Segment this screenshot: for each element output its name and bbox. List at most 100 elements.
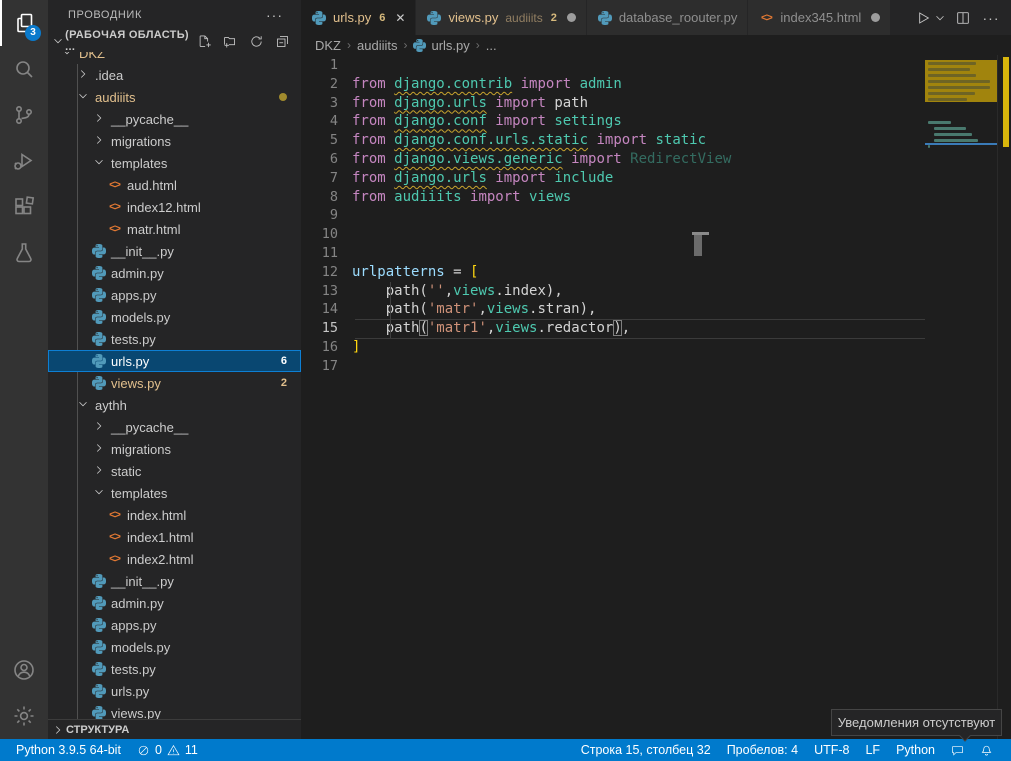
status-python-version[interactable]: Python 3.9.5 64-bit: [8, 739, 129, 761]
activity-search-icon[interactable]: [0, 46, 48, 92]
code-editor[interactable]: 12from django.contrib import admin3from …: [301, 55, 1011, 739]
activity-testing-icon[interactable]: [0, 230, 48, 276]
code-line-4[interactable]: 4from django.conf import settings: [301, 112, 925, 131]
tree-folder-audiiits[interactable]: audiiits: [48, 86, 301, 108]
status-encoding[interactable]: UTF-8: [806, 739, 857, 761]
tree-file-index.html[interactable]: <>index.html: [48, 504, 301, 526]
breadcrumb-item[interactable]: ...: [486, 38, 497, 53]
status-language[interactable]: Python: [888, 739, 943, 761]
scrollbar-handle[interactable]: [694, 235, 702, 256]
python-file-icon: [90, 573, 107, 590]
code-line-16[interactable]: 16]: [301, 338, 925, 357]
code-line-14[interactable]: 14 path('matr',views.stran),: [301, 300, 925, 319]
breadcrumb-item[interactable]: urls.py: [413, 38, 469, 53]
tree-file-init.py[interactable]: __init__.py: [48, 240, 301, 262]
tree-folder-pycache[interactable]: __pycache__: [48, 416, 301, 438]
breadcrumb-separator-icon: ›: [476, 38, 480, 52]
code-line-10[interactable]: 10: [301, 225, 925, 244]
tree-file-apps.py[interactable]: apps.py: [48, 284, 301, 306]
tree-file-apps.py[interactable]: apps.py: [48, 614, 301, 636]
tree-folder-templates[interactable]: templates: [48, 152, 301, 174]
code-line-9[interactable]: 9: [301, 206, 925, 225]
overview-ruler[interactable]: [997, 55, 1011, 739]
tree-file-admin.py[interactable]: admin.py: [48, 592, 301, 614]
tree-file-index2.html[interactable]: <>index2.html: [48, 548, 301, 570]
code-line-6[interactable]: 6from django.views.generic import Redire…: [301, 150, 925, 169]
tree-file-tests.py[interactable]: tests.py: [48, 658, 301, 680]
code-line-1[interactable]: 1: [301, 56, 925, 75]
tree-file-models.py[interactable]: models.py: [48, 636, 301, 658]
refresh-icon[interactable]: [247, 32, 265, 50]
code-line-8[interactable]: 8from audiiits import views: [301, 188, 925, 207]
tree-file-urls.py[interactable]: urls.py: [48, 680, 301, 702]
tree-folder-static[interactable]: static: [48, 460, 301, 482]
run-dropdown-icon[interactable]: [933, 6, 947, 30]
more-icon[interactable]: ···: [979, 6, 1003, 30]
tree-folder-dkz[interactable]: DKZ: [48, 52, 301, 64]
tab-databaseroouter.py[interactable]: database_roouter.py: [587, 0, 749, 35]
minimap-line: [928, 92, 975, 95]
split-editor-icon[interactable]: [951, 6, 975, 30]
close-icon[interactable]: ✕: [395, 11, 405, 25]
code-line-5[interactable]: 5from django.conf.urls.static import sta…: [301, 131, 925, 150]
code-line-7[interactable]: 7from django.urls import include: [301, 169, 925, 188]
tree-file-views.py[interactable]: views.py: [48, 702, 301, 719]
code-line-13[interactable]: 13 path('',views.index),: [301, 282, 925, 301]
status-eol[interactable]: LF: [857, 739, 888, 761]
tree-file-urls.py[interactable]: urls.py6: [48, 350, 301, 372]
breadcrumb-item[interactable]: audiiits: [357, 38, 397, 53]
tree-file-aud.html[interactable]: <>aud.html: [48, 174, 301, 196]
minimap[interactable]: [925, 55, 997, 215]
bell-icon[interactable]: [972, 739, 1001, 761]
breadcrumb-label: urls.py: [431, 38, 469, 53]
tree-folder-aythh[interactable]: aythh: [48, 394, 301, 416]
tree-file-index1.html[interactable]: <>index1.html: [48, 526, 301, 548]
tree-folder-pycache[interactable]: __pycache__: [48, 108, 301, 130]
tree-file-init.py[interactable]: __init__.py: [48, 570, 301, 592]
tree-item-label: views.py: [111, 706, 161, 720]
tree-file-models.py[interactable]: models.py: [48, 306, 301, 328]
status-indentation[interactable]: Пробелов: 4: [719, 739, 806, 761]
new-folder-icon[interactable]: [221, 32, 239, 50]
breadcrumb-item[interactable]: DKZ: [315, 38, 341, 53]
activity-run-debug-icon[interactable]: [0, 138, 48, 184]
tab-index345.html[interactable]: <>index345.html: [748, 0, 891, 35]
tree-file-views.py[interactable]: views.py2: [48, 372, 301, 394]
code-line-17[interactable]: 17: [301, 357, 925, 376]
python-file-icon: [92, 662, 106, 676]
tab-views.py[interactable]: views.pyaudiiits2: [416, 0, 586, 35]
editor-group: urls.py6✕views.pyaudiiits2database_roout…: [301, 0, 1011, 739]
python-file-icon: [427, 11, 441, 25]
indent-guide: [390, 282, 391, 301]
tree-file-admin.py[interactable]: admin.py: [48, 262, 301, 284]
workspace-section-header[interactable]: (РАБОЧАЯ ОБЛАСТЬ) ...: [48, 30, 301, 52]
outline-section-header[interactable]: СТРУКТУРА: [48, 719, 301, 739]
activity-explorer-icon[interactable]: 3: [0, 0, 48, 46]
activity-account-icon[interactable]: [0, 647, 48, 693]
python-file-icon: [90, 617, 107, 634]
code-line-12[interactable]: 12urlpatterns = [: [301, 263, 925, 282]
tree-folder-migrations[interactable]: migrations: [48, 130, 301, 152]
code-line-15[interactable]: 15 path('matr1',views.redactor),: [301, 319, 925, 338]
activity-extensions-icon[interactable]: [0, 184, 48, 230]
tree-folder-idea[interactable]: .idea: [48, 64, 301, 86]
status-problems[interactable]: 011: [129, 739, 206, 761]
activity-settings-icon[interactable]: [0, 693, 48, 739]
tree-file-index12.html[interactable]: <>index12.html: [48, 196, 301, 218]
status-cursor-position[interactable]: Строка 15, столбец 32: [573, 739, 719, 761]
code-line-3[interactable]: 3from django.urls import path: [301, 94, 925, 113]
sidebar-more-icon[interactable]: ···: [266, 7, 283, 23]
tree-file-tests.py[interactable]: tests.py: [48, 328, 301, 350]
tree-item-label: DKZ: [79, 52, 105, 61]
new-file-icon[interactable]: [195, 32, 213, 50]
run-icon[interactable]: [911, 6, 935, 30]
tree-folder-migrations[interactable]: migrations: [48, 438, 301, 460]
feedback-icon[interactable]: [943, 739, 972, 761]
collapse-all-icon[interactable]: [273, 32, 291, 50]
code-line-2[interactable]: 2from django.contrib import admin: [301, 75, 925, 94]
tree-file-matr.html[interactable]: <>matr.html: [48, 218, 301, 240]
activity-source-control-icon[interactable]: [0, 92, 48, 138]
tree-folder-templates[interactable]: templates: [48, 482, 301, 504]
tab-urls.py[interactable]: urls.py6✕: [301, 0, 416, 35]
code-line-11[interactable]: 11: [301, 244, 925, 263]
